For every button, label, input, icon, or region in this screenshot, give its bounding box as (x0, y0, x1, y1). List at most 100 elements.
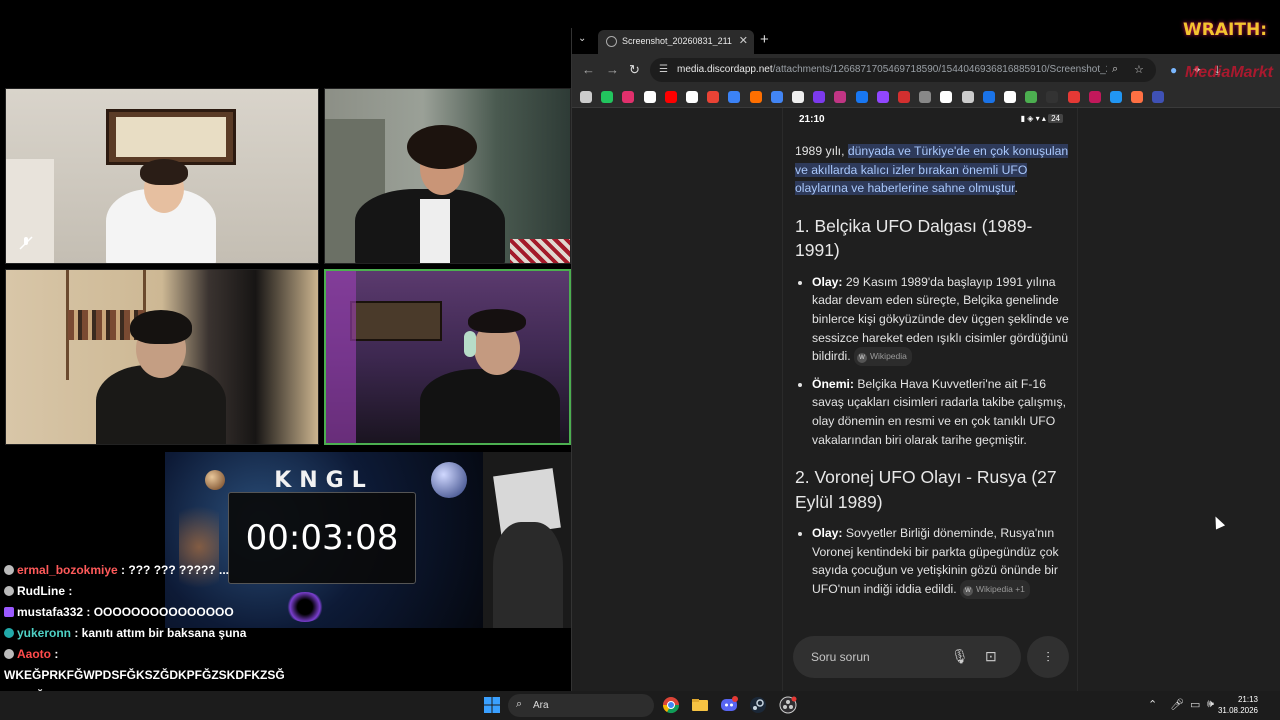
lens-camera-icon[interactable]: ⊡ (985, 648, 997, 665)
chat-username[interactable]: RudLine (17, 584, 65, 598)
volume-icon[interactable]: 🕪︎ (1207, 698, 1214, 711)
reload-icon[interactable]: ↻ (629, 62, 640, 78)
ask-placeholder: Soru sorun (811, 650, 870, 664)
source-chip[interactable]: W Wikipedia (854, 347, 912, 366)
list-item: Olay: Sovyetler Birliği döneminde, Rusya… (812, 524, 1071, 599)
bookmark-icon[interactable] (1152, 91, 1165, 103)
chat-badge-icon (4, 586, 14, 596)
bookmark-icon[interactable] (770, 91, 783, 103)
bookmark-icon[interactable] (686, 91, 698, 103)
bookmark-icon[interactable] (1046, 91, 1059, 103)
bookmark-icon[interactable] (1067, 91, 1080, 103)
bookmark-icon[interactable] (961, 91, 974, 103)
bookmark-icon[interactable] (622, 91, 635, 103)
webcam-bottom-right-active (324, 269, 571, 445)
item-text: 29 Kasım 1989'da başlayıp 1991 yılına ka… (812, 274, 1069, 364)
zoom-icon[interactable]: ⌕ (1112, 63, 1118, 76)
source-chip[interactable]: W Wikipedia +1 (960, 579, 1030, 599)
bookmark-icon[interactable] (834, 91, 847, 103)
tab-search-chevron-icon[interactable]: ⌄ (578, 33, 586, 44)
webcam-top-right (324, 88, 571, 264)
close-icon[interactable]: ✕ (739, 34, 748, 47)
globe-icon (606, 36, 617, 47)
chat-badge-icon (4, 607, 14, 617)
bookmark-icon[interactable] (707, 91, 720, 103)
bookmark-icon[interactable] (601, 91, 614, 103)
tab-bar: ⌄ Screenshot_20260831_211040... ✕ + WRAI… (572, 20, 1280, 54)
tab-screenshot[interactable]: Screenshot_20260831_211040... ✕ (598, 30, 754, 54)
bookmark-icon[interactable] (1004, 91, 1016, 103)
bookmark-icon[interactable] (664, 91, 677, 103)
browser-toolbar: ← → ↻ ☰ media.discordapp.net/attachments… (572, 54, 1280, 86)
item-label: Olay: (812, 526, 843, 541)
list-item: Önemi: Belçika Hava Kuvvetleri'ne ait F-… (812, 375, 1071, 449)
search-placeholder: Ara (533, 700, 549, 711)
new-tab-icon[interactable]: + (760, 31, 769, 48)
bullet-list: Olay: 29 Kasım 1989'da başlayıp 1991 yıl… (795, 273, 1071, 449)
chat-text: WKEĞPRKFĞWPDSFĞKSZĞDKPFĞZSKDFKZSĞPDK (4, 668, 285, 682)
webcam-top-left (5, 88, 319, 264)
network-icon[interactable]: ▭ (1190, 698, 1200, 711)
chat-message: Aaoto : (0, 644, 285, 665)
windows-start-icon[interactable] (483, 696, 501, 714)
chat-text: : (51, 647, 59, 661)
bookmark-icon[interactable] (580, 91, 592, 103)
wikipedia-icon: W (857, 353, 868, 364)
live-mode-icon[interactable]: ⫶ (1027, 636, 1069, 678)
intro-paragraph: 1989 yılı, dünyada ve Türkiye'de en çok … (795, 144, 1069, 196)
bookmark-icon[interactable] (813, 91, 826, 103)
chat-badge-icon (4, 649, 14, 659)
bookmark-icon[interactable] (643, 91, 656, 103)
item-label: Önemi: (812, 376, 854, 391)
back-icon[interactable]: ← (582, 62, 595, 77)
mediamarkt-watermark: MediaMarkt (1184, 64, 1273, 81)
site-settings-icon[interactable]: ☰ (659, 64, 668, 75)
wraith-logo: WRAITH: (1183, 20, 1267, 40)
taskbar-search[interactable]: ⌕ Ara (508, 694, 654, 717)
chrome-icon[interactable] (662, 696, 680, 714)
bookmark-icon[interactable] (876, 91, 889, 103)
extension-icon[interactable]: ● (1170, 63, 1177, 77)
chat-badge-icon (4, 628, 14, 638)
chat-username[interactable]: mustafa332 (17, 605, 83, 619)
bookmark-icon[interactable] (940, 91, 953, 103)
ask-input[interactable]: Soru sorun 🎙 ⊡ (793, 636, 1021, 678)
tray-chevron-icon[interactable]: ⌃ (1148, 698, 1157, 711)
bullet-list: Olay: Sovyetler Birliği döneminde, Rusya… (795, 524, 1071, 599)
source-label: Wikipedia (870, 351, 907, 362)
bookmark-icon[interactable] (855, 91, 868, 103)
bookmark-icon[interactable] (982, 91, 995, 103)
bookmark-icon[interactable] (1025, 91, 1038, 103)
file-explorer-icon[interactable] (691, 696, 709, 714)
address-bar[interactable]: ☰ media.discordapp.net/attachments/12668… (650, 58, 1156, 82)
chat-username[interactable]: ermal_bozokmiye (17, 563, 118, 577)
bookmark-icon[interactable] (749, 91, 762, 103)
chat-text: : kanıtı attım bir baksana şuna (71, 626, 247, 640)
steam-icon[interactable] (749, 696, 767, 714)
section-heading: 1. Belçika UFO Dalgası (1989-1991) (795, 215, 1033, 261)
bookmark-icon[interactable] (1110, 91, 1122, 103)
obs-icon[interactable] (779, 696, 797, 714)
system-clock[interactable]: 21:13 31.08.2026 (1218, 694, 1258, 716)
chat-text: : OOOOOOOOOOOOOOO (83, 605, 234, 619)
tab-title: Screenshot_20260831_211040... (622, 36, 732, 46)
chat-username[interactable]: Aaoto (17, 647, 51, 661)
bookmark-icon[interactable] (919, 91, 932, 103)
clock-date: 31.08.2026 (1217, 706, 1258, 715)
bookmark-icon[interactable] (792, 91, 804, 103)
forward-icon[interactable]: → (606, 62, 619, 77)
bookmark-icon[interactable] (898, 91, 910, 103)
bookmark-icon[interactable] (728, 91, 741, 103)
chat-username[interactable]: yukeronn (17, 626, 71, 640)
discord-icon[interactable] (720, 696, 738, 714)
bookmark-star-icon[interactable]: ☆ (1134, 63, 1144, 76)
bookmarks-bar (572, 86, 1280, 108)
phone-status-icons: ▮ ◈ ▾ ▴ 24 (1021, 114, 1063, 123)
microphone-icon[interactable]: 🎙 (951, 648, 969, 665)
clock-time: 21:13 (1237, 695, 1258, 704)
phone-status-time: 21:10 (799, 114, 825, 125)
chat-text: : (65, 584, 73, 598)
tray-mic-icon[interactable]: 🎤︎ (1170, 698, 1184, 711)
bookmark-icon[interactable] (1131, 91, 1144, 103)
bookmark-icon[interactable] (1088, 91, 1101, 103)
